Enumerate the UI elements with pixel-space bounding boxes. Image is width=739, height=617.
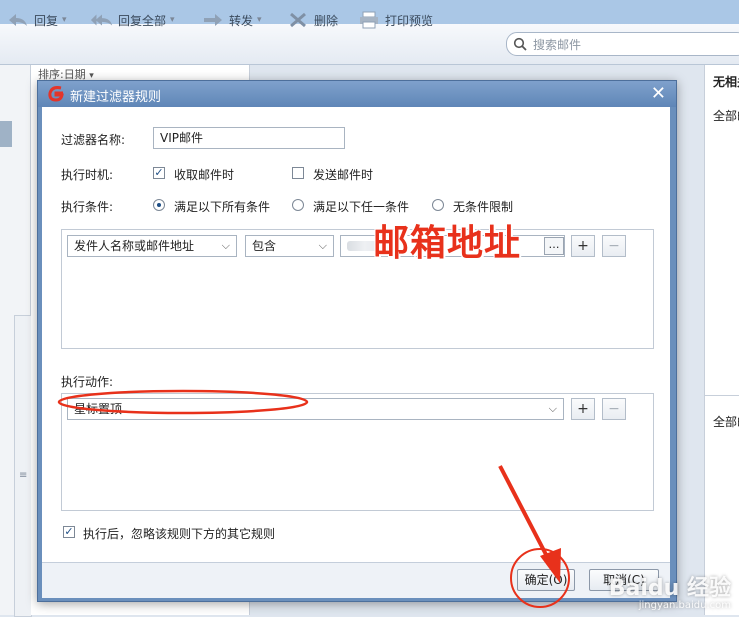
annotation-overlay [57,389,570,608]
watermark-text: Baidu 经验 [608,576,731,601]
annotation-label: 邮箱地址 [373,222,522,264]
highlight-ellipse [57,389,309,415]
ok-button-highlight [510,548,570,608]
arrow-annotation [498,465,561,583]
watermark-logo: Baidu 经验 jingyan.baidu.com [609,570,731,611]
watermark-sub: jingyan.baidu.com [638,600,731,611]
